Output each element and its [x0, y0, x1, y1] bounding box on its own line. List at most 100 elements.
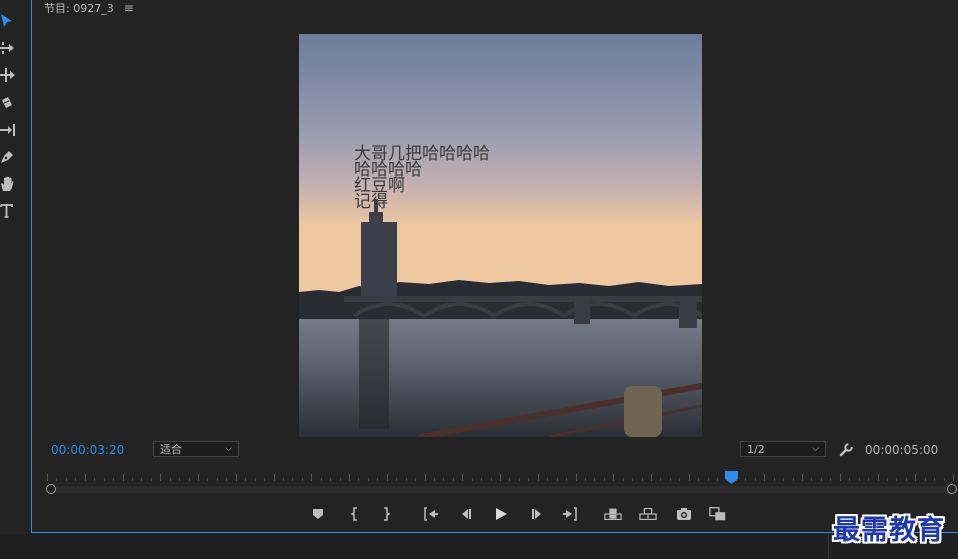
ruler-minor-tick [528, 478, 529, 481]
go-to-out-icon [563, 507, 577, 521]
extract-button[interactable] [639, 505, 657, 523]
ruler-minor-tick [434, 478, 435, 481]
slip-tool-icon[interactable] [0, 119, 18, 141]
pen-tool-icon[interactable] [0, 146, 18, 168]
ruler-tick [387, 474, 388, 481]
step-back-button[interactable] [457, 505, 475, 523]
ruler-minor-tick [66, 478, 67, 481]
ruler-tick [500, 474, 501, 481]
ruler-minor-tick [698, 478, 699, 481]
go-to-out-button[interactable] [561, 505, 579, 523]
ruler-tick [651, 474, 652, 481]
ruler-tick [613, 474, 614, 481]
ruler-minor-tick [94, 478, 95, 481]
scene-image [299, 34, 702, 437]
zoom-level-select[interactable]: 适合 ⌵ [153, 441, 239, 457]
watermark-logo: 最需教育 [833, 515, 945, 546]
ruler-minor-tick [717, 478, 718, 481]
playback-resolution-select[interactable]: 1/2 ⌵ [740, 441, 826, 457]
ruler-minor-tick [887, 478, 888, 481]
ruler-minor-tick [217, 478, 218, 481]
play-button[interactable] [492, 505, 510, 523]
ruler-tick [576, 474, 577, 481]
ruler-minor-tick [679, 478, 680, 481]
time-ruler[interactable] [47, 470, 954, 484]
panel-title[interactable]: 节目: 0927_3 [44, 0, 114, 16]
ruler-minor-tick [56, 478, 57, 481]
ruler-tick [311, 474, 312, 481]
ruler-tick [274, 474, 275, 481]
ruler-minor-tick [255, 478, 256, 481]
ruler-minor-tick [151, 478, 152, 481]
selection-tool-icon[interactable] [0, 10, 18, 32]
step-forward-button[interactable] [528, 505, 546, 523]
comparison-view-button[interactable] [709, 505, 727, 523]
ruler-tick [953, 474, 954, 481]
ruler-minor-tick [821, 478, 822, 481]
ruler-minor-tick [906, 478, 907, 481]
zoom-scrollbar[interactable] [51, 486, 951, 493]
scrollbar-left-handle[interactable] [46, 484, 56, 494]
ruler-minor-tick [849, 478, 850, 481]
ruler-minor-tick [519, 478, 520, 481]
ruler-minor-tick [547, 478, 548, 481]
ripple-edit-tool-icon[interactable] [0, 64, 18, 86]
ruler-minor-tick [793, 478, 794, 481]
mark-in-button[interactable] [346, 505, 364, 523]
ruler-minor-tick [321, 478, 322, 481]
type-tool-icon[interactable] [0, 200, 18, 222]
marker-icon [313, 509, 323, 519]
lift-icon [604, 508, 622, 520]
ruler-tick [915, 474, 916, 481]
ruler-minor-tick [642, 478, 643, 481]
ruler-minor-tick [925, 478, 926, 481]
hand-tool-icon[interactable] [0, 173, 18, 195]
mark-out-icon [384, 507, 391, 521]
ruler-tick [462, 474, 463, 481]
ruler-minor-tick [396, 478, 397, 481]
ruler-minor-tick [170, 478, 171, 481]
step-back-icon [462, 509, 471, 519]
ruler-minor-tick [406, 478, 407, 481]
ruler-minor-tick [755, 478, 756, 481]
ruler-tick [236, 474, 237, 481]
track-select-forward-tool-icon[interactable] [0, 37, 18, 59]
ruler-minor-tick [113, 478, 114, 481]
ruler-minor-tick [708, 478, 709, 481]
video-frame[interactable] [299, 34, 702, 437]
go-to-in-button[interactable] [422, 505, 440, 523]
extract-icon [639, 508, 657, 520]
add-marker-button[interactable] [309, 505, 327, 523]
ruler-minor-tick [566, 478, 567, 481]
playhead-marker[interactable] [725, 470, 738, 484]
ruler-minor-tick [292, 478, 293, 481]
razor-tool-icon[interactable] [0, 92, 18, 114]
go-to-in-icon [424, 507, 438, 521]
ruler-minor-tick [594, 478, 595, 481]
mark-out-button[interactable] [377, 505, 395, 523]
ruler-minor-tick [811, 478, 812, 481]
ruler-minor-tick [141, 478, 142, 481]
duration-timecode: 00:00:05:00 [865, 443, 939, 457]
ruler-minor-tick [415, 478, 416, 481]
hamburger-menu-icon[interactable]: ≡ [124, 1, 134, 15]
ruler-tick [425, 474, 426, 481]
scrollbar-right-handle[interactable] [947, 484, 957, 494]
current-timecode[interactable]: 00:00:03:20 [51, 443, 124, 457]
ruler-minor-tick [604, 478, 605, 481]
ruler-tick [840, 474, 841, 481]
export-frame-button[interactable] [675, 505, 693, 523]
ruler-minor-tick [745, 478, 746, 481]
mark-in-icon [350, 507, 357, 521]
ruler-minor-tick [830, 478, 831, 481]
lift-button[interactable] [604, 505, 622, 523]
overlay-title-text[interactable]: 大哥几把哈哈哈哈 哈哈哈哈 红豆啊 记得 [354, 146, 490, 211]
ruler-tick [160, 474, 161, 481]
ruler-minor-tick [859, 478, 860, 481]
play-icon [496, 508, 507, 520]
ruler-minor-tick [330, 478, 331, 481]
ruler-minor-tick [377, 478, 378, 481]
settings-wrench-icon[interactable] [839, 442, 853, 457]
comparison-view-icon [709, 507, 726, 521]
ruler-minor-tick [509, 478, 510, 481]
